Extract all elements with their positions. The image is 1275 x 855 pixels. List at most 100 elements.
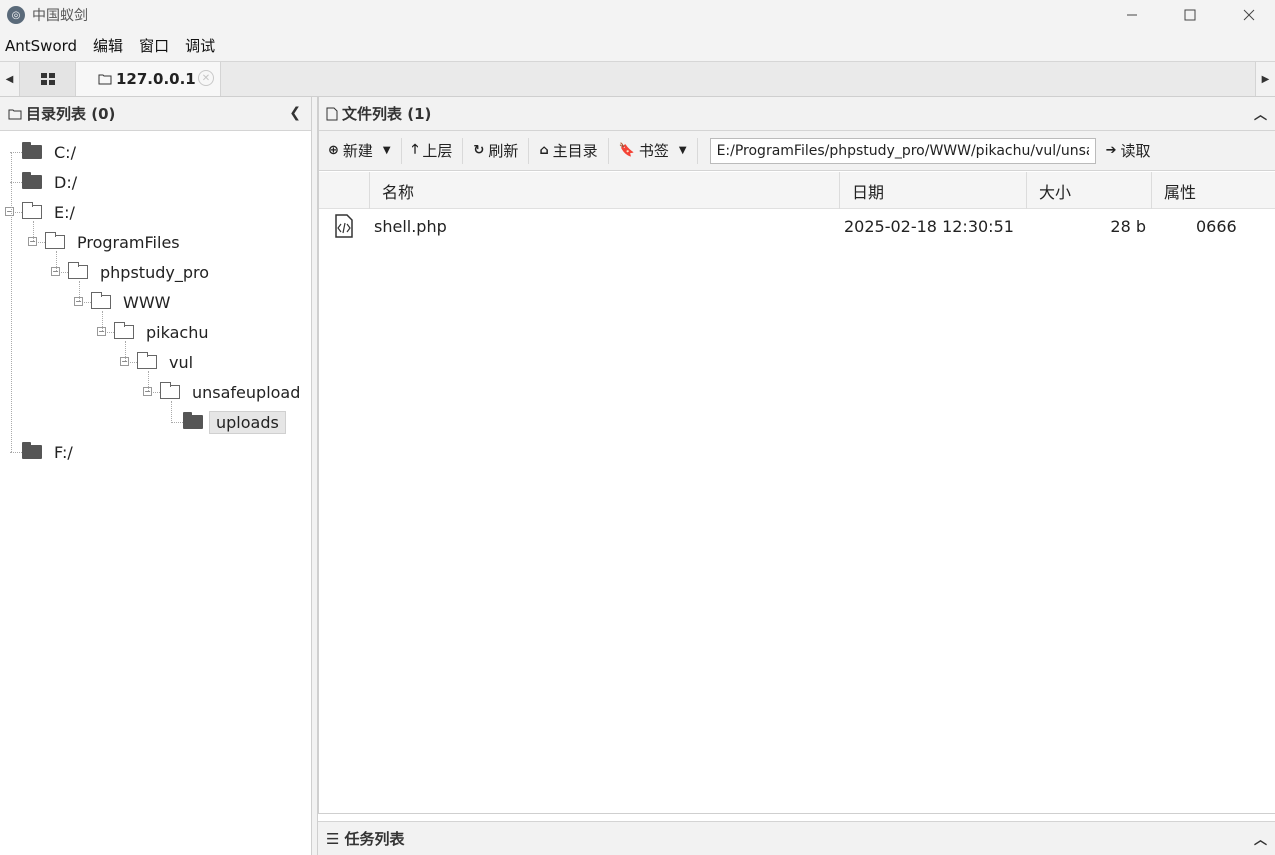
folder-open-icon: [114, 322, 134, 339]
tab-bar: ◀ 127.0.0.1 ✕ ▶: [0, 61, 1275, 97]
minimize-icon: [1127, 14, 1137, 16]
tree-item-label: E:/: [54, 202, 75, 222]
php-file-icon: [334, 209, 358, 243]
new-button-label: 新建: [342, 142, 373, 160]
caret-down-icon: ▼: [382, 145, 391, 156]
tree-item[interactable]: ProgramFiles: [45, 229, 186, 255]
refresh-icon: ↻: [473, 143, 485, 158]
bookmark-button[interactable]: 🔖 书签 ▼: [609, 137, 697, 165]
directory-panel: 目录列表 (0) ❮ C:/D:/E:/− ProgramFiles − phpstu…: [0, 97, 312, 855]
minimize-button[interactable]: [1109, 0, 1155, 30]
menu-window[interactable]: 窗口: [139, 35, 169, 56]
home-dir-button[interactable]: ⌂ 主目录: [529, 137, 607, 165]
tree-item[interactable]: D:/: [22, 169, 83, 195]
tree-item[interactable]: uploads: [183, 409, 286, 435]
close-button[interactable]: [1226, 0, 1272, 30]
tree-item[interactable]: pikachu: [114, 319, 214, 345]
bookmark-button-label: 书签: [638, 142, 669, 160]
home-icon: ⌂: [539, 143, 549, 158]
folder-icon: [98, 74, 112, 85]
folder-open-icon: [22, 202, 42, 219]
task-panel-title: 任务列表: [344, 830, 405, 848]
tree-item-label: uploads: [209, 410, 286, 434]
folder-icon: [22, 142, 42, 159]
refresh-button-label: 刷新: [488, 142, 519, 160]
tree-item-label: pikachu: [146, 322, 209, 342]
file-grid-header: 名称 日期 大小 属性: [318, 172, 1275, 209]
menu-bar: AntSword 编辑 窗口 调试: [0, 30, 1275, 61]
tree-item[interactable]: E:/: [22, 199, 81, 225]
file-perm: 0666: [1196, 216, 1237, 236]
plus-circle-icon: ⊕: [328, 143, 339, 158]
folder-icon: [8, 109, 22, 119]
col-size[interactable]: 大小: [1026, 172, 1151, 209]
collapse-up-icon[interactable]: ︿: [1254, 104, 1267, 123]
tree-item-label: vul: [169, 352, 194, 372]
maximize-button[interactable]: [1167, 0, 1213, 30]
file-size: 28 b: [1110, 216, 1146, 236]
table-row[interactable]: shell.php 2025-02-18 12:30:51 28 b 0666: [318, 209, 1275, 243]
grid-icon: [40, 73, 55, 85]
tree-item[interactable]: phpstudy_pro: [68, 259, 215, 285]
collapse-left-icon[interactable]: ❮: [289, 105, 301, 121]
new-button[interactable]: ⊕ 新建 ▼: [318, 137, 401, 165]
file-icon: [326, 107, 338, 120]
tab-scroll-right-button[interactable]: ▶: [1255, 62, 1275, 96]
file-panel-title: 文件列表 (1): [342, 105, 432, 123]
tree-item[interactable]: vul: [137, 349, 199, 375]
collapse-up-icon[interactable]: ︿: [1254, 829, 1267, 848]
folder-open-icon: [91, 292, 111, 309]
folder-icon: [183, 412, 203, 429]
menu-debug[interactable]: 调试: [185, 35, 215, 56]
window-title: 中国蚁剑: [32, 8, 88, 24]
tab-label: 127.0.0.1: [116, 70, 196, 88]
panel-divider: [318, 813, 1275, 814]
menu-edit[interactable]: 编辑: [93, 35, 123, 56]
col-perm[interactable]: 属性: [1151, 172, 1275, 209]
tree-item-label: ProgramFiles: [77, 232, 180, 252]
close-circle-icon[interactable]: ✕: [198, 70, 214, 86]
list-icon: ☰: [326, 829, 340, 848]
tree-item[interactable]: WWW: [91, 289, 176, 315]
refresh-button[interactable]: ↻ 刷新: [463, 137, 528, 165]
title-bar: ◎ 中国蚁剑: [0, 0, 1275, 30]
menu-antsword[interactable]: AntSword: [5, 37, 77, 55]
panel-border: [318, 97, 319, 813]
file-panel-header: 文件列表 (1) ︿: [318, 97, 1275, 131]
maximize-icon: [1184, 9, 1196, 21]
folder-open-icon: [160, 382, 180, 399]
col-name[interactable]: 名称: [369, 172, 839, 209]
caret-down-icon: ▼: [678, 145, 687, 156]
bookmark-icon: 🔖: [618, 143, 635, 158]
directory-panel-header: 目录列表 (0) ❮: [0, 97, 311, 131]
tab-home[interactable]: [20, 62, 76, 96]
collapse-toggle-icon[interactable]: −: [5, 207, 14, 216]
read-button-label: 读取: [1120, 142, 1151, 160]
file-date: 2025-02-18 12:30:51: [844, 216, 1014, 236]
code-file-icon: [335, 214, 353, 238]
tree-item-label: C:/: [54, 142, 76, 162]
arrow-up-icon: 🡑: [411, 141, 419, 157]
read-button[interactable]: ➔ 读取: [1096, 137, 1161, 165]
tree-item-label: WWW: [123, 292, 171, 312]
antsword-logo-icon: ◎: [7, 6, 25, 24]
folder-open-icon: [68, 262, 88, 279]
file-toolbar: ⊕ 新建 ▼ 🡑 上层 ↻ 刷新 ⌂ 主目录 🔖 书签 ▼ ➔ 读取: [318, 131, 1275, 171]
tree-item-label: unsafeupload: [192, 382, 301, 402]
tab-scroll-left-button[interactable]: ◀: [0, 62, 20, 96]
file-name: shell.php: [374, 216, 447, 236]
folder-open-icon: [137, 352, 157, 369]
col-date[interactable]: 日期: [839, 172, 1026, 209]
up-button-label: 上层: [422, 142, 453, 160]
arrow-right-icon: ➔: [1105, 143, 1117, 158]
tree-item-label: D:/: [54, 172, 78, 192]
up-button[interactable]: 🡑 上层: [402, 137, 463, 165]
tree-item[interactable]: unsafeupload: [160, 379, 306, 405]
task-panel-header: ☰ 任务列表 ︿: [318, 821, 1275, 855]
path-input[interactable]: [709, 137, 1096, 164]
tab-127-0-0-1[interactable]: 127.0.0.1 ✕: [76, 62, 221, 96]
folder-open-icon: [45, 232, 65, 249]
tree-item[interactable]: C:/: [22, 139, 82, 165]
tree-item[interactable]: F:/: [22, 439, 79, 465]
home-dir-button-label: 主目录: [552, 142, 598, 160]
